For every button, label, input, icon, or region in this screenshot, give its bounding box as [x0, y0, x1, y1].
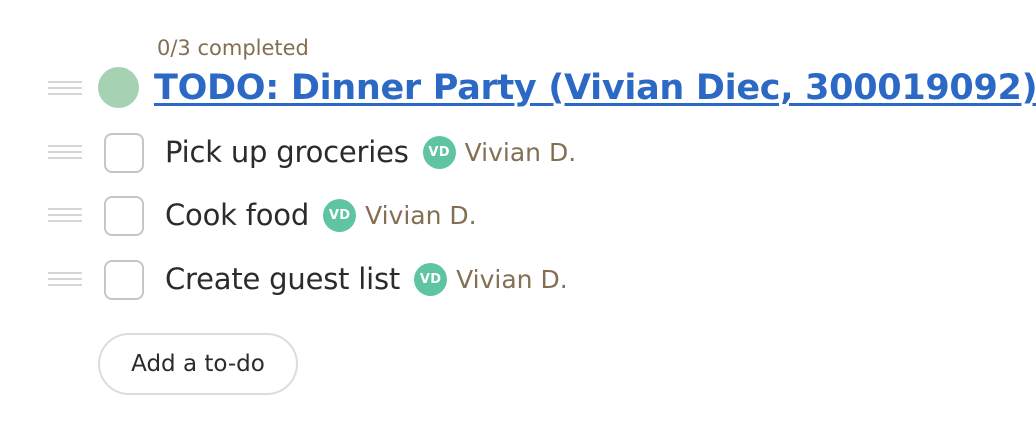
completion-progress: 0/3 completed	[157, 36, 309, 60]
todo-checkbox[interactable]	[104, 196, 144, 236]
drag-handle-icon[interactable]	[48, 81, 82, 95]
todolist-header: TODO: Dinner Party (Vivian Diec, 3000190…	[0, 60, 1036, 120]
drag-handle-icon[interactable]	[48, 272, 82, 286]
assignee[interactable]: VD Vivian D.	[323, 198, 477, 232]
drag-handle-icon[interactable]	[48, 208, 82, 222]
assignee-name: Vivian D.	[464, 137, 577, 167]
todo-checkbox[interactable]	[104, 133, 144, 173]
assignee-name: Vivian D.	[365, 200, 477, 230]
todo-text[interactable]: Cook food	[165, 198, 309, 232]
todo-item: Pick up groceries VD Vivian D.	[0, 131, 1036, 181]
todo-item: Cook food VD Vivian D.	[0, 194, 1036, 244]
todolist-page: 0/3 completed TODO: Dinner Party (Vivian…	[0, 0, 1036, 440]
assignee[interactable]: VD Vivian D.	[414, 262, 568, 296]
list-color-dot-icon	[98, 67, 139, 108]
add-todo-button[interactable]: Add a to-do	[98, 333, 298, 395]
todolist-title-link[interactable]: TODO: Dinner Party (Vivian Diec, 3000190…	[154, 68, 1036, 108]
avatar: VD	[422, 135, 456, 169]
drag-handle-icon[interactable]	[48, 145, 82, 159]
todo-content: Create guest list VD Vivian D.	[165, 262, 568, 296]
todo-content: Pick up groceries VD Vivian D.	[165, 135, 576, 169]
todo-text[interactable]: Pick up groceries	[165, 135, 409, 169]
assignee[interactable]: VD Vivian D.	[422, 135, 577, 169]
todo-item: Create guest list VD Vivian D.	[0, 258, 1036, 308]
avatar: VD	[323, 198, 357, 232]
avatar: VD	[414, 262, 448, 296]
assignee-name: Vivian D.	[456, 264, 568, 294]
todo-text[interactable]: Create guest list	[165, 262, 400, 296]
todo-checkbox[interactable]	[104, 260, 144, 300]
todo-content: Cook food VD Vivian D.	[165, 198, 477, 232]
